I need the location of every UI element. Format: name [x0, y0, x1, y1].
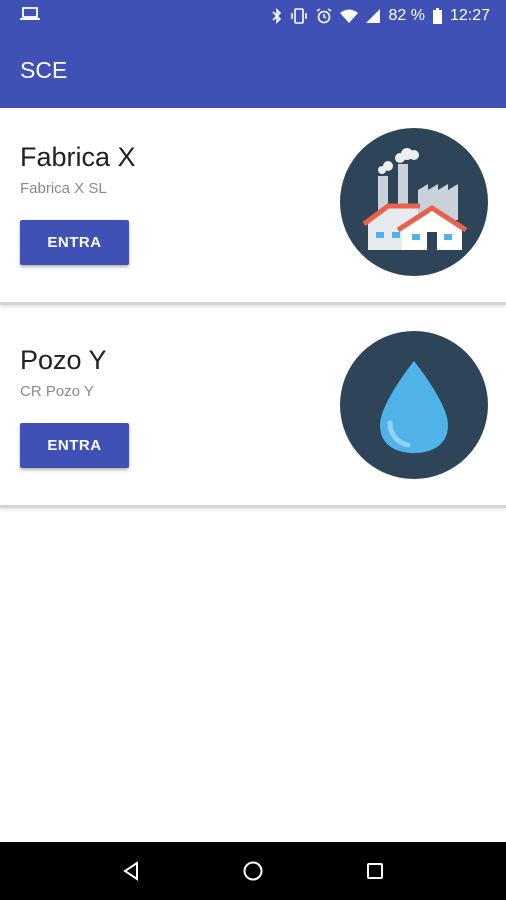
vibrate-icon	[290, 8, 308, 24]
item-title: Fabrica X	[20, 142, 136, 172]
home-icon[interactable]	[233, 851, 273, 891]
list-item: Fabrica X Fabrica X SL ENTRA	[0, 108, 506, 305]
app-bar: SCE	[0, 32, 506, 108]
item-list: Fabrica X Fabrica X SL ENTRA Pozo Y CR P…	[0, 108, 506, 514]
enter-button[interactable]: ENTRA	[20, 423, 129, 468]
clock: 12:27	[449, 7, 490, 24]
signal-icon	[366, 9, 381, 23]
app-title: SCE	[20, 56, 68, 83]
battery-percent: 82 %	[388, 7, 425, 24]
laptop-icon	[20, 6, 40, 26]
bluetooth-icon	[272, 8, 282, 24]
list-item: Pozo Y CR Pozo Y ENTRA	[0, 311, 506, 508]
item-title: Pozo Y	[20, 345, 107, 375]
recents-icon[interactable]	[355, 851, 395, 891]
enter-button[interactable]: ENTRA	[20, 220, 129, 265]
item-subtitle: Fabrica X SL	[20, 180, 107, 197]
item-subtitle: CR Pozo Y	[20, 383, 94, 400]
navigation-bar	[0, 842, 506, 900]
status-bar: 82 % 12:27	[0, 0, 506, 32]
alarm-icon	[316, 8, 332, 24]
battery-icon	[432, 8, 442, 24]
factory-icon	[340, 128, 488, 276]
back-icon[interactable]	[111, 851, 151, 891]
wifi-icon	[340, 9, 359, 23]
water-drop-icon	[340, 331, 488, 479]
